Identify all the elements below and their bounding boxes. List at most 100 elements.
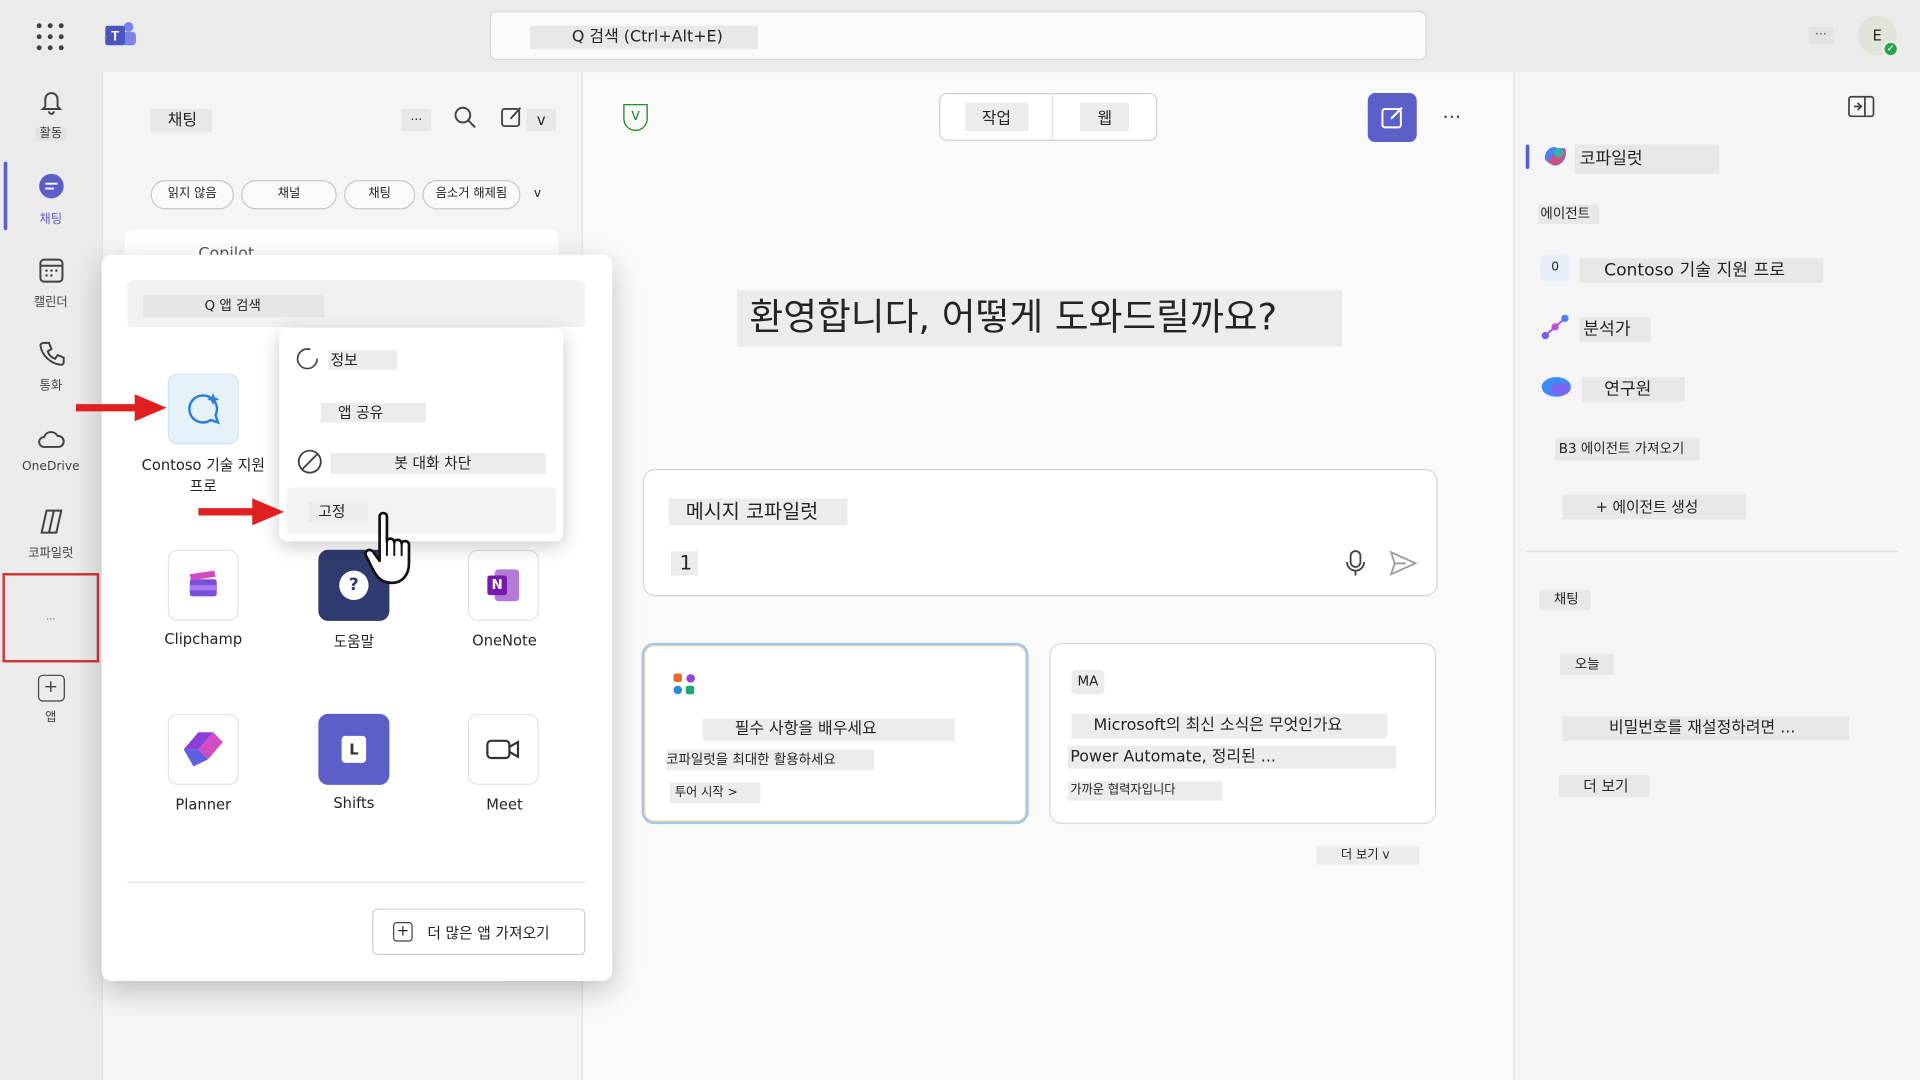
rail-item-label: 활동 bbox=[35, 127, 66, 141]
new-chat-icon[interactable] bbox=[500, 105, 524, 129]
see-more-chats-button[interactable]: 더 보기 bbox=[1558, 775, 1650, 798]
chats-header: 채팅 bbox=[1539, 590, 1591, 610]
agents-header: 에이전트 bbox=[1537, 204, 1600, 225]
app-tile-shifts[interactable]: L bbox=[318, 713, 390, 785]
rail-item-copilot[interactable]: 코파일럿 bbox=[0, 506, 102, 561]
composer-value: 1 bbox=[671, 551, 698, 576]
clipchamp-icon bbox=[189, 570, 217, 597]
agent-item-researcher[interactable]: 연구원 bbox=[1582, 377, 1685, 402]
rail-item-label: 통화 bbox=[39, 379, 63, 394]
add-icon: + bbox=[393, 922, 413, 942]
contoso-agent-icon: 0 bbox=[1540, 254, 1570, 282]
panel-active-indicator bbox=[1525, 144, 1530, 169]
rail-item-chat[interactable]: 채팅 bbox=[0, 171, 102, 227]
svg-text:T: T bbox=[111, 28, 120, 43]
red-arrow-annotation bbox=[75, 394, 167, 422]
new-copilot-chat-button[interactable] bbox=[1367, 93, 1417, 143]
copilot-icon bbox=[39, 509, 62, 534]
chat-icon bbox=[38, 173, 64, 199]
message-composer[interactable] bbox=[642, 468, 1438, 597]
add-app-icon: + bbox=[37, 674, 65, 702]
menu-item-label: 봇 대화 차단 bbox=[330, 453, 547, 474]
rail-item-onedrive[interactable]: OneDrive bbox=[0, 424, 102, 474]
card-caption: 가까운 협력자입니다 bbox=[1067, 781, 1223, 801]
rail-item-label: 앱 bbox=[45, 711, 57, 725]
tab-work[interactable]: 작업 bbox=[940, 94, 1054, 140]
app-label-planner: Planner bbox=[175, 795, 232, 814]
app-tile-contoso[interactable] bbox=[167, 373, 239, 445]
flyout-divider bbox=[127, 881, 586, 883]
chat-list-more-button[interactable]: ... bbox=[401, 108, 432, 132]
menu-item-about[interactable]: 정보 bbox=[289, 337, 553, 384]
collapse-panel-icon[interactable] bbox=[1848, 95, 1875, 118]
filter-unread[interactable]: 읽지 않음 bbox=[150, 180, 234, 210]
app-tile-onenote[interactable]: N bbox=[467, 549, 539, 621]
rail-item-label: OneDrive bbox=[22, 460, 80, 474]
filter-chats[interactable]: 채팅 bbox=[344, 180, 416, 210]
send-icon[interactable] bbox=[1389, 550, 1418, 577]
menu-item-label: 정보 bbox=[328, 350, 397, 370]
rail-item-more-apps[interactable]: ... bbox=[0, 610, 102, 623]
agent-item-analyst[interactable]: 분석가 bbox=[1579, 317, 1651, 342]
rail-item-label: 채팅 bbox=[39, 213, 63, 227]
today-header: 오늘 bbox=[1560, 653, 1614, 675]
more-options-button[interactable]: ... bbox=[1808, 25, 1834, 45]
new-chat-chevron[interactable]: v bbox=[526, 108, 556, 132]
rail-item-apps[interactable]: + 앱 bbox=[0, 674, 102, 725]
hand-cursor-icon bbox=[364, 511, 411, 585]
app-label-shifts: Shifts bbox=[333, 794, 375, 812]
analyst-icon bbox=[1541, 314, 1569, 340]
tab-web-label: 웹 bbox=[1080, 102, 1130, 132]
app-tile-clipchamp[interactable] bbox=[167, 549, 239, 621]
welcome-heading: 환영합니다, 어떻게 도와드릴까요? bbox=[737, 290, 1343, 347]
meet-icon bbox=[486, 739, 520, 760]
red-arrow-annotation bbox=[198, 498, 285, 526]
menu-item-share-app[interactable]: 앱 공유 bbox=[289, 389, 553, 436]
card-subtitle: Power Automate, 정리된 ... bbox=[1067, 745, 1396, 769]
main-more-button[interactable]: ··· bbox=[1442, 105, 1461, 128]
rail-item-calendar[interactable]: 캘린더 bbox=[0, 255, 102, 310]
panel-divider bbox=[1525, 551, 1898, 553]
card-badge: MA bbox=[1071, 669, 1105, 695]
menu-item-block-bot[interactable]: 봇 대화 차단 bbox=[289, 441, 553, 488]
filter-unmuted[interactable]: 음소거 해제됨 bbox=[422, 180, 521, 210]
app-tile-planner[interactable] bbox=[167, 713, 239, 785]
start-tour-link[interactable]: 투어 시작 > bbox=[669, 782, 761, 804]
get-more-apps-button[interactable]: + 더 많은 앱 가져오기 bbox=[372, 908, 586, 956]
rail-item-activity[interactable]: 활동 bbox=[0, 86, 102, 141]
app-label-help: 도움말 bbox=[333, 633, 375, 651]
mode-toggle: 작업 웹 bbox=[939, 93, 1158, 141]
cloud-icon bbox=[37, 431, 65, 448]
copilot-logo-icon bbox=[1544, 147, 1566, 166]
contoso-bot-icon bbox=[188, 393, 220, 425]
see-more-prompts-button[interactable]: 더 보기 v bbox=[1316, 846, 1420, 865]
get-agents-button[interactable]: B3 에이전트 가져오기 bbox=[1555, 438, 1700, 461]
create-agent-button[interactable]: + 에이전트 생성 bbox=[1562, 494, 1747, 520]
menu-item-label: 앱 공유 bbox=[320, 402, 427, 423]
global-search-label: Q 검색 (Ctrl+Alt+E) bbox=[530, 25, 758, 49]
card-subtitle: 코파일럿을 최대한 활용하세요 bbox=[666, 749, 875, 771]
shifts-icon: L bbox=[341, 735, 367, 763]
info-icon bbox=[296, 348, 319, 370]
get-more-apps-label: 더 많은 앱 가져오기 bbox=[427, 924, 550, 942]
recent-chat-item[interactable]: 비밀번호를 재설정하려면 ... bbox=[1562, 716, 1849, 741]
onenote-icon: N bbox=[485, 567, 522, 604]
tab-web[interactable]: 웹 bbox=[1054, 94, 1156, 139]
agent-item-contoso[interactable]: Contoso 기술 지원 프로 bbox=[1579, 258, 1824, 283]
filter-channels[interactable]: 채널 bbox=[241, 180, 337, 210]
app-tile-meet[interactable] bbox=[467, 713, 539, 785]
rail-item-calls[interactable]: 통화 bbox=[0, 338, 102, 393]
rail-item-label: 캘린더 bbox=[33, 296, 68, 310]
microphone-icon[interactable] bbox=[1343, 549, 1367, 578]
app-label-onenote: OneNote bbox=[472, 631, 537, 649]
app-label-contoso: Contoso 기술 지원 프로 bbox=[141, 456, 265, 495]
teams-logo-icon: T bbox=[103, 20, 137, 52]
chat-list-title: 채팅 bbox=[150, 108, 212, 133]
app-search-label: Q 앱 검색 bbox=[143, 295, 325, 318]
app-label-clipchamp: Clipchamp bbox=[164, 630, 243, 648]
tab-work-label: 작업 bbox=[964, 102, 1029, 132]
search-icon[interactable] bbox=[453, 105, 477, 129]
app-launcher-icon[interactable] bbox=[36, 23, 64, 51]
filter-more-chevron[interactable]: v bbox=[534, 187, 541, 200]
menu-item-label: 고정 bbox=[308, 502, 368, 522]
